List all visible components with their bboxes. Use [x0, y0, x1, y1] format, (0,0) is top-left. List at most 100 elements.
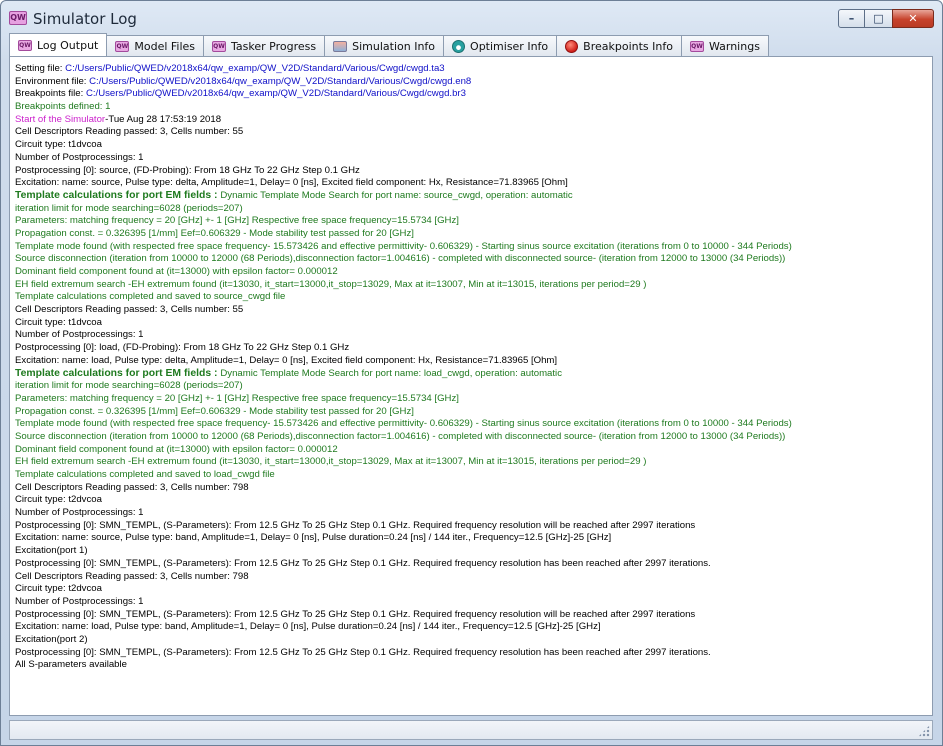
log-segment: Cell Descriptors Reading passed: 3, Cell…	[15, 304, 244, 316]
log-segment: Cell Descriptors Reading passed: 3, Cell…	[15, 570, 249, 582]
log-segment: Template mode found (with respected free…	[15, 240, 792, 252]
log-segment: iteration limit for mode searching=6028 …	[15, 202, 243, 214]
tab-simulation-info[interactable]: Simulation Info	[324, 35, 445, 56]
log-line: Cell Descriptors Reading passed: 3, Cell…	[15, 571, 930, 584]
log-line: Number of Postprocessings: 1	[15, 596, 930, 609]
log-segment: Postprocessing [0]: load, (FD-Probing): …	[15, 342, 350, 354]
tab-tasker-progress[interactable]: QW Tasker Progress	[203, 35, 326, 56]
log-line: Parameters: matching frequency = 20 [GHz…	[15, 215, 930, 228]
tab-breakpoints-info[interactable]: Breakpoints Info	[556, 35, 682, 56]
log-segment: Excitation: name: load, Pulse type: delt…	[15, 354, 558, 366]
log-line: Source disconnection (iteration from 100…	[15, 253, 930, 266]
log-segment: Number of Postprocessings: 1	[15, 507, 144, 519]
qw-icon: QW	[115, 40, 130, 52]
tab-model-files[interactable]: QW Model Files	[106, 35, 205, 56]
optimiser-icon	[452, 39, 466, 53]
maximize-icon: □	[873, 12, 884, 25]
log-line: Circuit type: t2dvcoa	[15, 583, 930, 596]
log-line: Postprocessing [0]: SMN_TEMPL, (S-Parame…	[15, 558, 930, 571]
tab-label: Tasker Progress	[231, 39, 317, 53]
log-line: EH field extremum search -EH extremum fo…	[15, 279, 930, 292]
close-button[interactable]: ✕	[892, 9, 934, 28]
log-segment: Excitation: name: source, Pulse type: de…	[15, 177, 568, 189]
log-text: Setting file: C:/Users/Public/QWED/v2018…	[15, 63, 930, 672]
log-line: Template calculations completed and save…	[15, 469, 930, 482]
qw-icon: QW	[689, 40, 704, 52]
log-segment: Propagation const. = 0.326395 [1/mm] Eef…	[15, 405, 414, 417]
log-segment: Postprocessing [0]: SMN_TEMPL, (S-Parame…	[15, 557, 711, 569]
tab-label: Optimiser Info	[470, 39, 549, 53]
log-line: Excitation: name: load, Pulse type: delt…	[15, 355, 930, 368]
log-segment: Number of Postprocessings: 1	[15, 329, 144, 341]
log-segment: iteration limit for mode searching=6028 …	[15, 380, 243, 392]
log-line: Excitation: name: source, Pulse type: ba…	[15, 532, 930, 545]
log-segment: Breakpoints defined: 1	[15, 101, 111, 113]
log-segment: Start of the Simulator	[15, 113, 106, 125]
log-line: Cell Descriptors Reading passed: 3, Cell…	[15, 304, 930, 317]
tab-warnings[interactable]: QW Warnings	[680, 35, 769, 56]
status-bar	[9, 720, 933, 740]
maximize-button[interactable]: □	[865, 9, 892, 28]
log-line: All S-parameters available	[15, 659, 930, 672]
log-line: Excitation(port 1)	[15, 545, 930, 558]
log-line: EH field extremum search -EH extremum fo…	[15, 456, 930, 469]
close-icon: ✕	[908, 12, 918, 25]
log-segment: Template calculations for port EM fields…	[15, 367, 221, 379]
tab-label: Simulation Info	[352, 39, 436, 53]
log-output-panel[interactable]: Setting file: C:/Users/Public/QWED/v2018…	[9, 56, 933, 716]
log-line: Dominant field component found at (it=13…	[15, 266, 930, 279]
log-segment: Postprocessing [0]: SMN_TEMPL, (S-Parame…	[15, 608, 696, 620]
log-segment: Circuit type: t1dvcoa	[15, 316, 102, 328]
qw-icon: QW	[18, 39, 32, 51]
tab-optimiser-info[interactable]: Optimiser Info	[443, 35, 558, 56]
log-line: Breakpoints defined: 1	[15, 101, 930, 114]
minimize-button[interactable]: –	[838, 9, 865, 28]
log-line: Excitation(port 2)	[15, 634, 930, 647]
log-segment: Template mode found (with respected free…	[15, 418, 792, 430]
tab-label: Model Files	[134, 39, 196, 53]
log-segment: Dominant field component found at (it=13…	[15, 443, 338, 455]
log-line: Template calculations for port EM fields…	[15, 190, 930, 203]
log-segment: Postprocessing [0]: SMN_TEMPL, (S-Parame…	[15, 646, 711, 658]
log-line: Circuit type: t2dvcoa	[15, 494, 930, 507]
log-segment: Parameters: matching frequency = 20 [GHz…	[15, 215, 459, 227]
log-line: Excitation: name: load, Pulse type: band…	[15, 621, 930, 634]
log-line: Excitation: name: source, Pulse type: de…	[15, 177, 930, 190]
log-segment: Parameters: matching frequency = 20 [GHz…	[15, 392, 459, 404]
log-segment: Dynamic Template Mode Search for port na…	[220, 367, 562, 379]
tab-log-output[interactable]: QW Log Output	[9, 33, 108, 56]
log-line: Parameters: matching frequency = 20 [GHz…	[15, 393, 930, 406]
log-segment: Dynamic Template Mode Search for port na…	[220, 189, 573, 201]
log-segment: EH field extremum search -EH extremum fo…	[15, 456, 647, 468]
log-line: Number of Postprocessings: 1	[15, 152, 930, 165]
log-segment: Excitation: name: load, Pulse type: band…	[15, 621, 601, 633]
log-segment: Template calculations completed and save…	[15, 291, 286, 303]
breakpoint-icon	[565, 39, 579, 53]
log-line: Propagation const. = 0.326395 [1/mm] Eef…	[15, 406, 930, 419]
title-bar[interactable]: QW Simulator Log – □ ✕	[1, 1, 942, 33]
log-segment: Cell Descriptors Reading passed: 3, Cell…	[15, 481, 249, 493]
log-line: Environment file: C:/Users/Public/QWED/v…	[15, 76, 930, 89]
log-line: Propagation const. = 0.326395 [1/mm] Eef…	[15, 228, 930, 241]
log-line: Number of Postprocessings: 1	[15, 507, 930, 520]
log-segment: Environment file:	[15, 75, 90, 87]
log-segment: Excitation(port 1)	[15, 545, 88, 557]
log-segment: Propagation const. = 0.326395 [1/mm] Eef…	[15, 227, 414, 239]
log-segment: Postprocessing [0]: SMN_TEMPL, (S-Parame…	[15, 519, 696, 531]
log-line: iteration limit for mode searching=6028 …	[15, 203, 930, 216]
window-controls: – □ ✕	[838, 9, 934, 29]
log-line: Template calculations completed and save…	[15, 291, 930, 304]
log-segment: Cell Descriptors Reading passed: 3, Cell…	[15, 126, 244, 138]
resize-grip-icon[interactable]	[918, 725, 930, 737]
log-line: Template calculations for port EM fields…	[15, 368, 930, 381]
log-segment: All S-parameters available	[15, 659, 127, 671]
qw-app-icon: QW	[9, 11, 27, 25]
tab-label: Log Output	[37, 38, 99, 52]
log-segment: -Tue Aug 28 17:53:19 2018	[105, 113, 222, 125]
log-segment: Source disconnection (iteration from 100…	[15, 430, 786, 442]
log-segment: C:/Users/Public/QWED/v2018x64/qw_examp/Q…	[65, 63, 445, 74]
log-line: Circuit type: t1dvcoa	[15, 317, 930, 330]
log-line: Postprocessing [0]: load, (FD-Probing): …	[15, 342, 930, 355]
log-segment: Circuit type: t2dvcoa	[15, 583, 102, 595]
qw-icon: QW	[212, 40, 227, 52]
